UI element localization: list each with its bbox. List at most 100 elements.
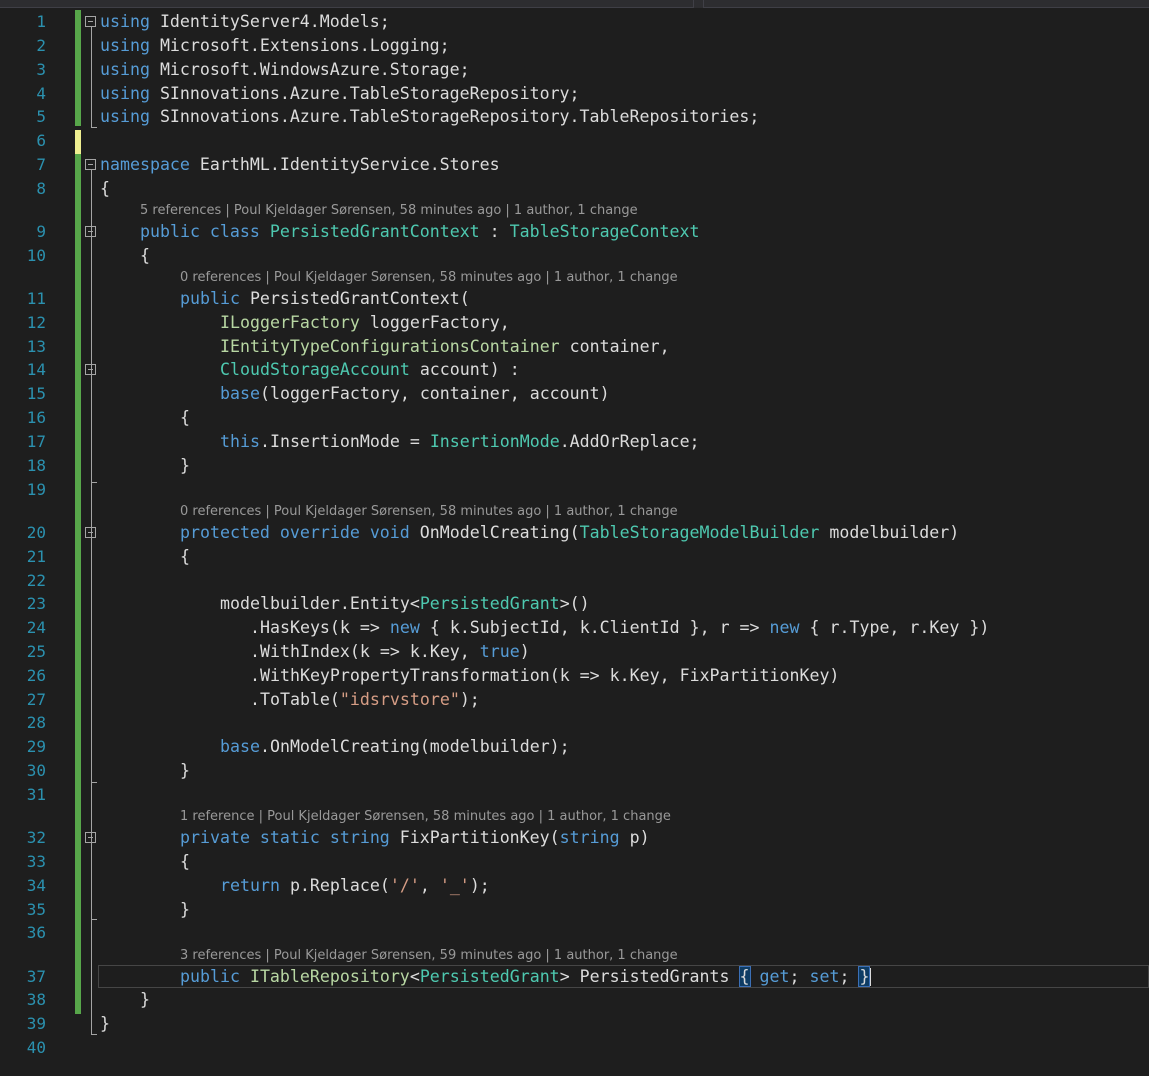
code-token: namespace bbox=[100, 155, 190, 174]
code-token: } bbox=[140, 990, 150, 1009]
code-line[interactable]: private static string FixPartitionKey(st… bbox=[180, 826, 650, 850]
code-line[interactable]: { bbox=[180, 850, 190, 874]
line-number: 15 bbox=[26, 384, 46, 403]
code-line[interactable]: public PersistedGrantContext( bbox=[180, 287, 470, 311]
code-line[interactable]: using SInnovations.Azure.TableStorageRep… bbox=[100, 105, 759, 129]
code-line[interactable]: } bbox=[180, 759, 190, 783]
code-token: { bbox=[180, 852, 190, 871]
line-number: 26 bbox=[26, 666, 46, 685]
code-token: TableStorageModelBuilder bbox=[579, 523, 820, 542]
line-number: 8 bbox=[36, 179, 46, 198]
line-number: 39 bbox=[26, 1014, 46, 1033]
outline-guide bbox=[91, 237, 92, 364]
code-token: .ToTable( bbox=[250, 690, 340, 709]
outline-guide bbox=[91, 375, 92, 482]
codelens-constructor[interactable]: 0 references | Poul Kjeldager Sørensen, … bbox=[180, 269, 678, 287]
code-line[interactable]: CloudStorageAccount account) : bbox=[220, 358, 520, 382]
code-token: PersistedGrantContext( bbox=[239, 289, 470, 308]
line-number: 18 bbox=[26, 456, 46, 475]
code-token: modelbuilder) bbox=[819, 523, 960, 542]
outline-guide bbox=[91, 981, 92, 1031]
line-number: 22 bbox=[26, 571, 46, 590]
code-line[interactable]: using Microsoft.Extensions.Logging; bbox=[100, 34, 450, 58]
navigation-dropdown-left[interactable] bbox=[0, 0, 694, 8]
code-line[interactable]: .ToTable("idsrvstore"); bbox=[250, 688, 480, 712]
code-line[interactable]: namespace EarthML.IdentityService.Stores bbox=[100, 153, 500, 177]
code-line[interactable]: } bbox=[100, 1012, 110, 1036]
code-line[interactable]: { bbox=[180, 406, 190, 430]
code-line[interactable]: using SInnovations.Azure.TableStorageRep… bbox=[100, 82, 580, 106]
codelens-onmodelcreating[interactable]: 0 references | Poul Kjeldager Sørensen, … bbox=[180, 503, 678, 521]
outline-guide bbox=[91, 843, 92, 919]
code-token: >() bbox=[559, 594, 590, 613]
code-line[interactable]: .HasKeys(k => new { k.SubjectId, k.Clien… bbox=[250, 616, 989, 640]
outline-guide-end bbox=[91, 1034, 97, 1035]
code-line[interactable]: { bbox=[180, 545, 190, 569]
line-number: 7 bbox=[36, 155, 46, 174]
code-token: .InsertionMode = bbox=[259, 432, 430, 451]
code-token: CloudStorageAccount bbox=[220, 360, 410, 379]
code-token: OnModelCreating( bbox=[409, 523, 580, 542]
line-number: 33 bbox=[26, 852, 46, 871]
code-line[interactable]: public ITableRepository<PersistedGrant> … bbox=[180, 965, 871, 989]
outline-guide bbox=[91, 538, 92, 782]
line-number: 19 bbox=[26, 480, 46, 499]
code-line[interactable]: modelbuilder.Entity<PersistedGrant>() bbox=[220, 592, 590, 616]
code-line[interactable]: using Microsoft.WindowsAzure.Storage; bbox=[100, 58, 470, 82]
code-token: Microsoft.WindowsAzure.Storage; bbox=[149, 60, 470, 79]
line-number: 20 bbox=[26, 523, 46, 542]
code-line[interactable]: protected override void OnModelCreating(… bbox=[180, 521, 959, 545]
code-token: p.Replace( bbox=[279, 876, 390, 895]
code-token: IdentityServer4.Models; bbox=[149, 12, 390, 31]
code-line[interactable]: this.InsertionMode = InsertionMode.AddOr… bbox=[220, 430, 700, 454]
line-number: 14 bbox=[26, 360, 46, 379]
code-token: p) bbox=[619, 828, 650, 847]
code-line[interactable]: ILoggerFactory loggerFactory, bbox=[220, 311, 510, 335]
collapse-toggle-icon[interactable] bbox=[85, 16, 96, 27]
code-token: { bbox=[140, 246, 150, 265]
code-token: SInnovations.Azure.TableStorageRepositor… bbox=[149, 107, 760, 126]
collapse-toggle-icon[interactable] bbox=[85, 159, 96, 170]
outline-guide-end bbox=[91, 782, 97, 783]
line-number: 40 bbox=[26, 1038, 46, 1057]
code-token: } bbox=[180, 761, 190, 780]
code-line[interactable]: base(loggerFactory, container, account) bbox=[220, 382, 610, 406]
code-line[interactable]: return p.Replace('/', '_'); bbox=[220, 874, 490, 898]
navigation-dropdown-right[interactable] bbox=[703, 0, 1149, 8]
line-number: 28 bbox=[26, 713, 46, 732]
code-token: ; bbox=[789, 967, 810, 986]
code-token: new bbox=[769, 618, 800, 637]
code-line[interactable]: .WithKeyPropertyTransformation(k => k.Ke… bbox=[250, 664, 839, 688]
code-token: account) : bbox=[409, 360, 520, 379]
codelens-persistedgrants[interactable]: 3 references | Poul Kjeldager Sørensen, … bbox=[180, 947, 678, 965]
code-token: new bbox=[389, 618, 420, 637]
codelens-class[interactable]: 5 references | Poul Kjeldager Sørensen, … bbox=[140, 202, 638, 220]
code-line[interactable]: } bbox=[180, 454, 190, 478]
outline-guide-end bbox=[91, 127, 97, 128]
code-token: IEntityTypeConfigurationsContainer bbox=[220, 337, 560, 356]
code-token: ); bbox=[459, 690, 480, 709]
code-line[interactable]: base.OnModelCreating(modelbuilder); bbox=[220, 735, 570, 759]
code-line[interactable]: public class PersistedGrantContext : Tab… bbox=[140, 220, 699, 244]
line-number: 17 bbox=[26, 432, 46, 451]
code-token: TableStorageContext bbox=[509, 222, 700, 241]
code-line[interactable]: { bbox=[100, 177, 110, 201]
code-token: using bbox=[100, 12, 150, 31]
code-token: { k.SubjectId, k.ClientId }, r => bbox=[419, 618, 770, 637]
code-line[interactable]: } bbox=[140, 988, 150, 1012]
code-token: true bbox=[479, 642, 520, 661]
line-number: 38 bbox=[26, 990, 46, 1009]
code-token: public bbox=[180, 289, 240, 308]
outline-guide-end bbox=[91, 919, 97, 920]
code-line[interactable]: { bbox=[140, 244, 150, 268]
matched-brace: } bbox=[858, 966, 871, 987]
code-token: "idsrvstore" bbox=[339, 690, 460, 709]
code-token: PersistedGrant bbox=[419, 594, 560, 613]
code-line[interactable]: } bbox=[180, 898, 190, 922]
code-line[interactable]: IEntityTypeConfigurationsContainer conta… bbox=[220, 335, 670, 359]
code-line[interactable]: .WithIndex(k => k.Key, true) bbox=[250, 640, 530, 664]
code-line[interactable]: using IdentityServer4.Models; bbox=[100, 10, 390, 34]
code-token: { bbox=[100, 179, 110, 198]
codelens-fixpartitionkey[interactable]: 1 reference | Poul Kjeldager Sørensen, 5… bbox=[180, 808, 671, 826]
